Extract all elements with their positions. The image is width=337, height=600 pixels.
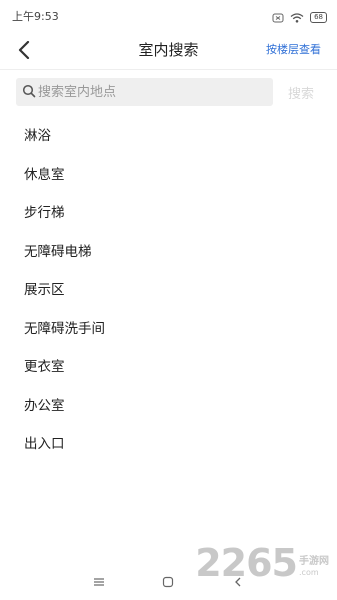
- chevron-left-icon: [18, 41, 30, 59]
- search-icon: [22, 84, 36, 98]
- alarm-icon: [272, 8, 284, 27]
- home-icon: [162, 576, 174, 588]
- home-button[interactable]: [160, 574, 176, 590]
- list-item[interactable]: 展示区: [0, 269, 337, 308]
- list-item[interactable]: 淋浴: [0, 115, 337, 154]
- status-bar: 上午9:53 68: [0, 0, 337, 28]
- list-item[interactable]: 步行梯: [0, 192, 337, 231]
- back-button[interactable]: [12, 36, 36, 64]
- search-row: 搜索: [16, 78, 321, 106]
- nav-bar: 室内搜索 按楼层查看: [0, 30, 337, 70]
- menu-button[interactable]: [91, 574, 107, 590]
- watermark-en: .com: [299, 568, 319, 577]
- list-item[interactable]: 出入口: [0, 423, 337, 462]
- list-item[interactable]: 无障碍洗手间: [0, 308, 337, 347]
- list-item[interactable]: 办公室: [0, 385, 337, 424]
- wifi-icon: [290, 8, 304, 27]
- view-by-floor-link[interactable]: 按楼层查看: [266, 41, 321, 57]
- menu-icon: [94, 578, 104, 586]
- watermark-cn: 手游网: [299, 556, 329, 567]
- location-list: 淋浴 休息室 步行梯 无障碍电梯 展示区 无障碍洗手间 更衣室 办公室 出入口: [0, 115, 337, 462]
- list-item[interactable]: 休息室: [0, 154, 337, 193]
- watermark-main: 2265: [195, 541, 298, 585]
- search-box[interactable]: [16, 78, 273, 106]
- status-icons: 68: [272, 8, 327, 27]
- battery-icon: 68: [310, 12, 327, 23]
- search-input[interactable]: [38, 78, 268, 106]
- watermark-logo: 2265 手游网 .com: [195, 544, 329, 582]
- status-time: 上午9:53: [12, 10, 59, 23]
- list-item[interactable]: 无障碍电梯: [0, 231, 337, 270]
- list-item[interactable]: 更衣室: [0, 346, 337, 385]
- search-button[interactable]: 搜索: [288, 83, 314, 102]
